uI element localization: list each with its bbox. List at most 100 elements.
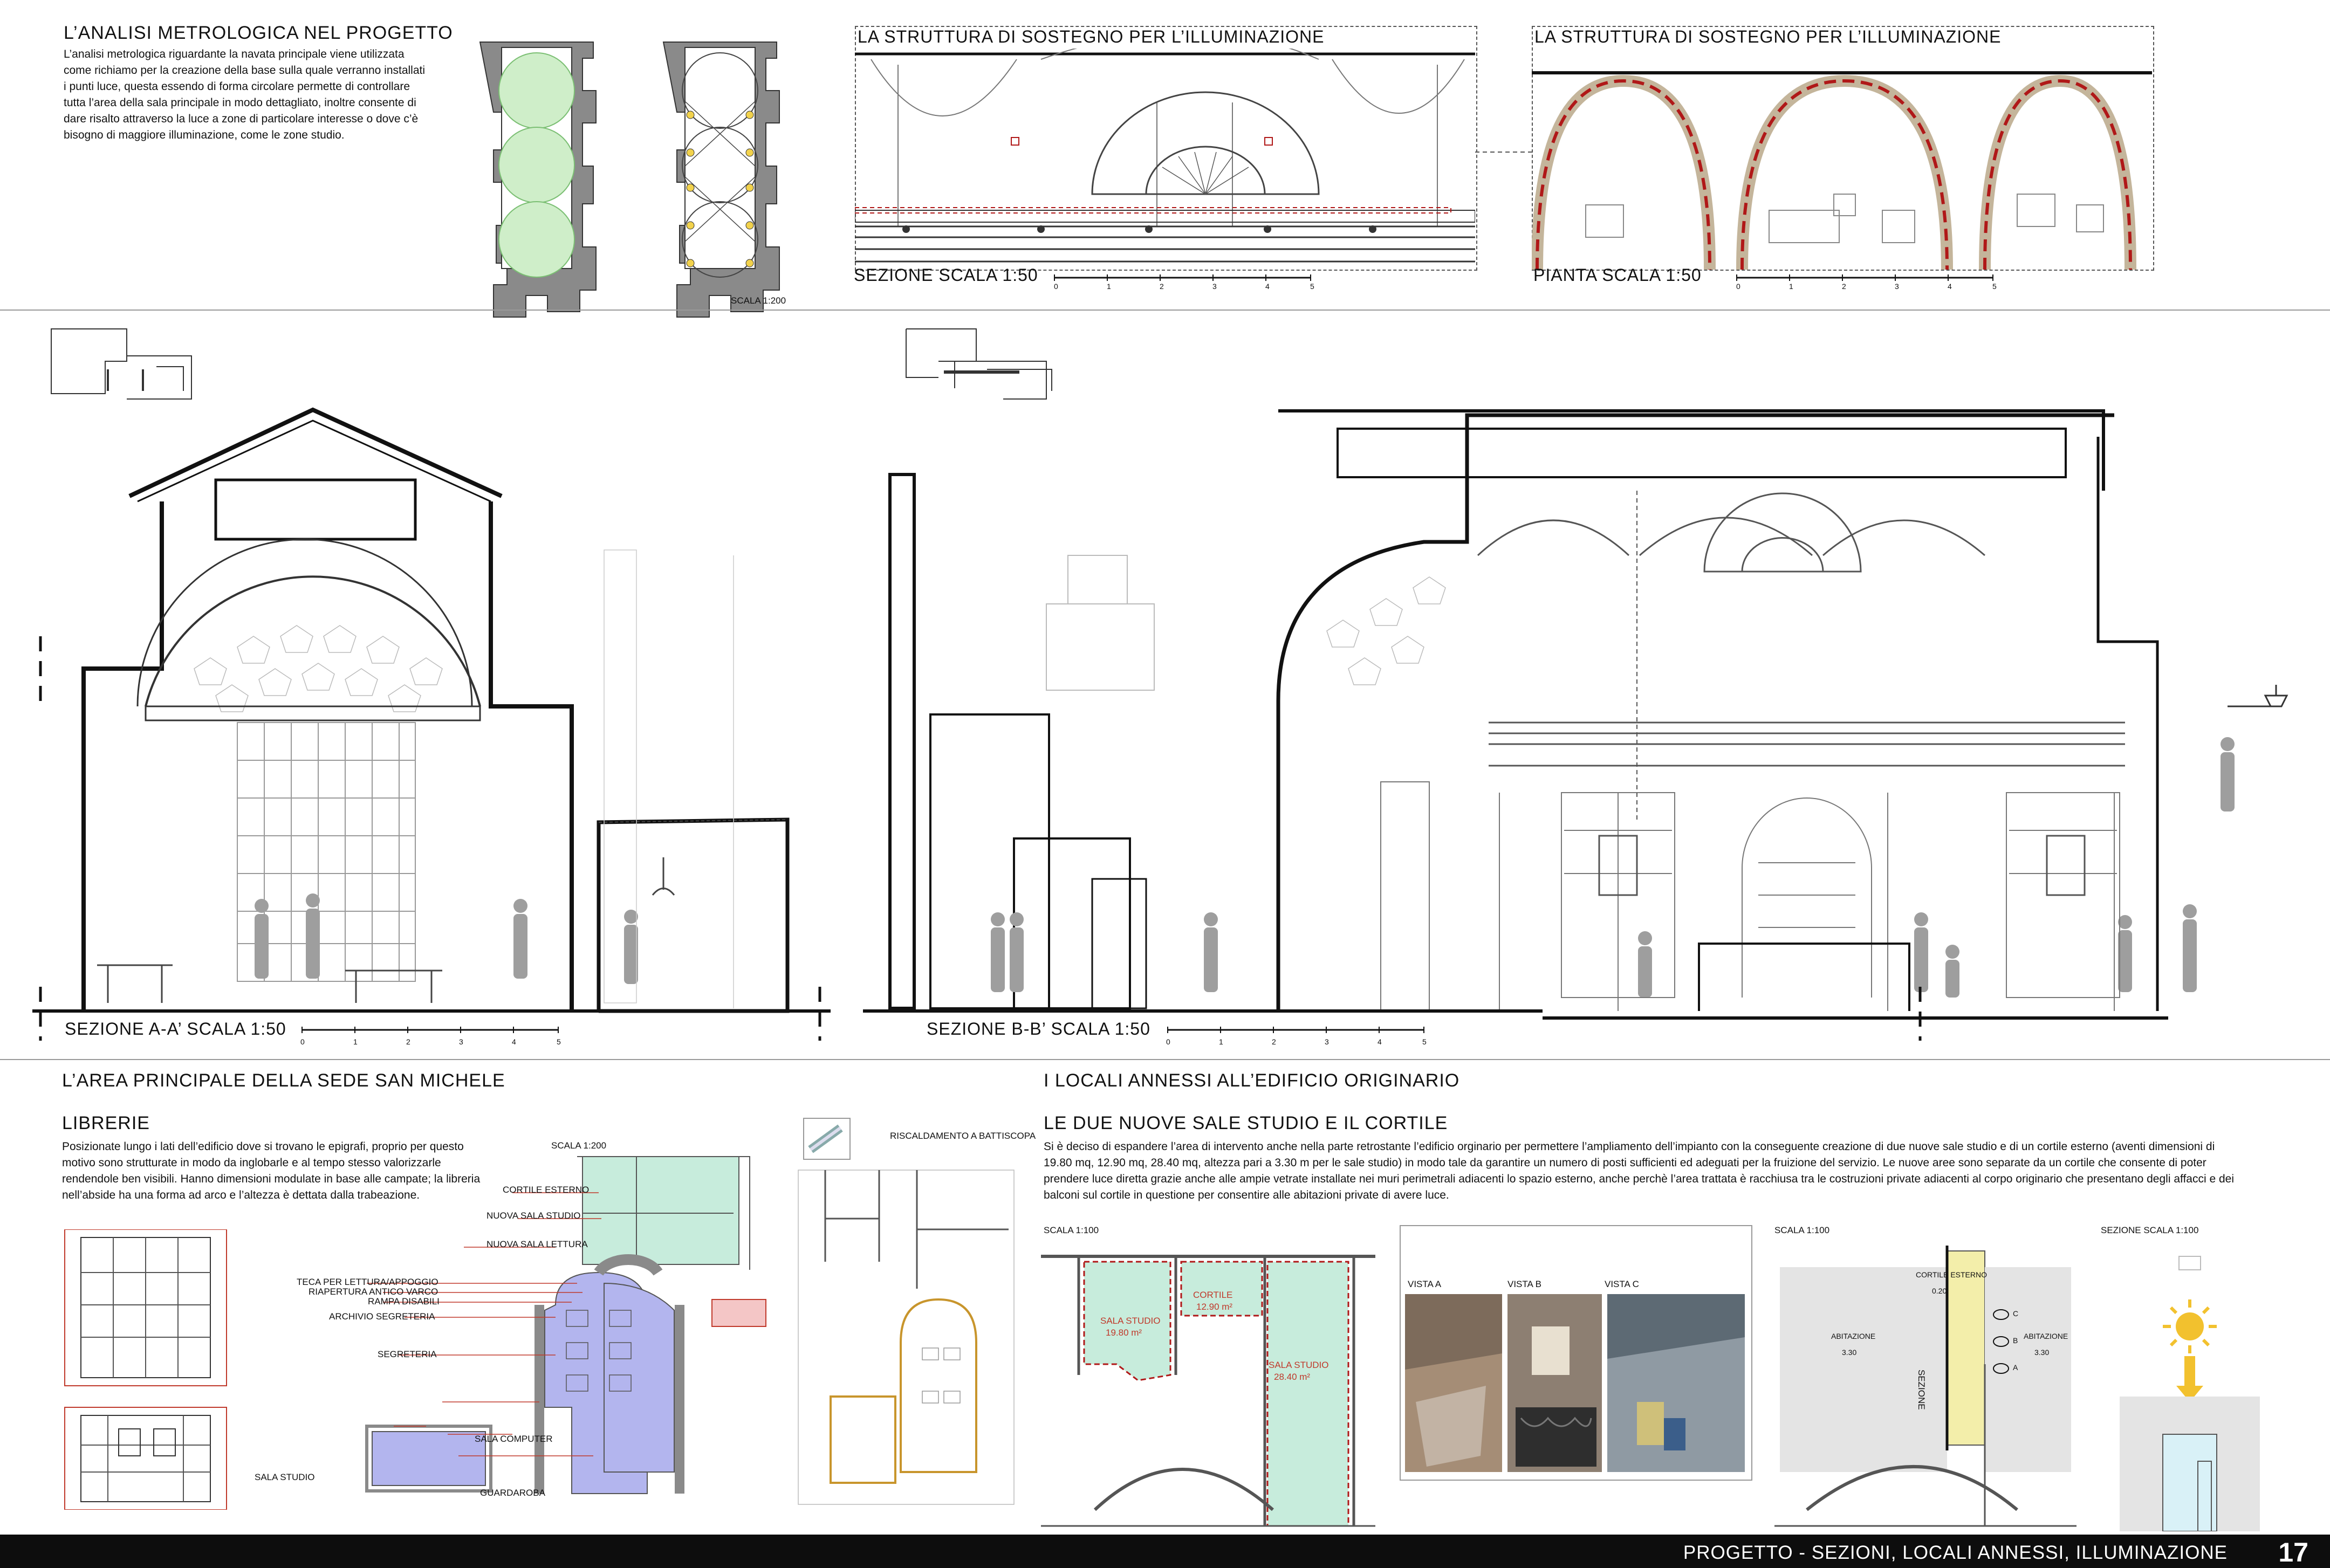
divider <box>0 310 2330 311</box>
metrology-title: L’ANALISI METROLOGICA NEL PROGETTO <box>64 23 453 43</box>
metrology-scale: SCALA 1:200 <box>731 295 786 306</box>
scheme-scale: SCALA 1:100 <box>1774 1225 1830 1235</box>
tick: 5 <box>1310 282 1314 291</box>
footer-bar: PROGETTO - SEZIONI, LOCALI ANNESSI, ILLU… <box>0 1535 2330 1568</box>
tick: 5 <box>1422 1037 1427 1046</box>
scheme-label: ABITAZIONE <box>2024 1332 2068 1340</box>
view-label: VISTA C <box>1605 1279 1639 1289</box>
lighting-section-scale: SEZIONE SCALA 1:50 <box>854 265 1038 285</box>
annex-plan-scale: SCALA 1:100 <box>1044 1225 1099 1235</box>
view-photos <box>1405 1294 1745 1472</box>
connector-line <box>1475 152 1534 153</box>
tick: 1 <box>1219 1037 1223 1046</box>
eye-label: B <box>2013 1336 2018 1345</box>
tick: 1 <box>353 1037 358 1046</box>
section-a-label: SEZIONE A-A’ SCALA 1:50 <box>65 1019 286 1039</box>
legend-item: SALA COMPUTER <box>475 1434 553 1444</box>
lighting-plan-scale: PIANTA SCALA 1:50 <box>1533 265 1702 285</box>
room-area: 19.80 m² <box>1106 1328 1142 1338</box>
legend-item: NUOVA SALA STUDIO <box>486 1211 581 1221</box>
tick: 2 <box>1160 282 1164 291</box>
tick: 0 <box>1166 1037 1170 1046</box>
annex-title: I LOCALI ANNESSI ALL’EDIFICIO ORIGINARIO <box>1044 1070 1460 1091</box>
court-section <box>2120 1256 2260 1531</box>
tick: 1 <box>1789 282 1793 291</box>
room-label: SALA STUDIO <box>1100 1316 1161 1326</box>
tick: 4 <box>1948 282 1952 291</box>
page-number: 17 <box>2278 1537 2308 1567</box>
tick: 4 <box>1378 1037 1382 1046</box>
tick: 3 <box>1325 1037 1329 1046</box>
section-b-label: SEZIONE B-B’ SCALA 1:50 <box>927 1019 1150 1039</box>
legend-item: CORTILE ESTERNO <box>503 1185 590 1195</box>
tick: 0 <box>1736 282 1740 291</box>
scalebar-b <box>1167 1027 1424 1033</box>
key-plan-b <box>906 328 1052 400</box>
human-figures <box>991 737 2235 998</box>
lighting-plan-drawing <box>1532 71 2152 270</box>
scheme-label: ABITAZIONE <box>1831 1332 1876 1340</box>
tick: 1 <box>1107 282 1111 291</box>
annex-subtitle: LE DUE NUOVE SALE STUDIO E IL CORTILE <box>1044 1113 1448 1133</box>
scheme-label: 0.20 <box>1932 1287 1947 1295</box>
tick: 0 <box>300 1037 305 1046</box>
annex-plan <box>1041 1255 1375 1527</box>
libraries-title: LIBRERIE <box>62 1113 150 1133</box>
metrology-plan-circles <box>479 42 597 318</box>
tick: 0 <box>1054 282 1058 291</box>
tick: 2 <box>406 1037 410 1046</box>
scheme-label: SEZIONE <box>1916 1370 1927 1410</box>
room-area: 28.40 m² <box>1274 1372 1311 1382</box>
lighting-section-title: LA STRUTTURA DI SOSTEGNO PER L’ILLUMINAZ… <box>858 27 1325 46</box>
scalebar-plan <box>1736 274 1993 281</box>
legend-item: SALA STUDIO <box>255 1472 315 1482</box>
eye-label: C <box>2013 1309 2019 1318</box>
main-floor-plan <box>365 1156 766 1494</box>
heating-label: RISCALDAMENTO A BATTISCOPA <box>890 1131 1036 1141</box>
legend-item: GUARDAROBA <box>480 1488 545 1498</box>
main-area-title: L’AREA PRINCIPALE DELLA SEDE SAN MICHELE <box>62 1070 505 1091</box>
legend-item: SEGRETERIA <box>378 1349 437 1359</box>
tick: 2 <box>1842 282 1846 291</box>
scalebar-lighting <box>1054 274 1311 281</box>
scheme-label: 3.30 <box>2034 1348 2050 1357</box>
tick: 3 <box>459 1037 463 1046</box>
section-b-drawing <box>863 328 2288 1041</box>
heating-floor-plan <box>798 1170 1015 1505</box>
tick: 5 <box>1992 282 1997 291</box>
tick: 3 <box>1212 282 1217 291</box>
legend-item: ARCHIVIO SEGRETERIA <box>329 1311 435 1322</box>
heating-icon <box>803 1118 851 1160</box>
legend-item: TECA PER LETTURA/APPOGGIO <box>297 1277 438 1287</box>
human-figures <box>255 893 638 984</box>
view-label: VISTA B <box>1507 1279 1541 1289</box>
sun-icon <box>2163 1299 2217 1353</box>
tick: 3 <box>1895 282 1899 291</box>
room-label: SALA STUDIO <box>1269 1360 1329 1370</box>
section-a-drawing <box>32 328 831 1041</box>
metrology-plans <box>479 42 780 318</box>
metrology-text: L’analisi metrologica riguardante la nav… <box>64 48 426 141</box>
tick: 5 <box>557 1037 561 1046</box>
legend-item: NUOVA SALA LETTURA <box>486 1239 588 1249</box>
tick: 4 <box>1265 282 1270 291</box>
legend-item: RAMPA DISABILI <box>368 1296 440 1306</box>
legend-item: RIAPERTURA ANTICO VARCO <box>309 1287 438 1297</box>
annex-text: Si è deciso di espandere l’area di inter… <box>1044 1140 2235 1201</box>
metrology-plan-lights <box>662 42 780 318</box>
scheme-label: 3.30 <box>1842 1348 1857 1357</box>
divider <box>0 1059 2330 1060</box>
tick: 2 <box>1272 1037 1276 1046</box>
tick: 4 <box>512 1037 516 1046</box>
scheme-section-scale: SEZIONE SCALA 1:100 <box>2101 1225 2199 1235</box>
room-area: 12.90 m² <box>1196 1302 1233 1312</box>
lighting-section-drawing <box>855 49 1475 263</box>
room-label: CORTILE <box>1193 1290 1233 1300</box>
lighting-plan-title: LA STRUTTURA DI SOSTEGNO PER L’ILLUMINAZ… <box>1534 27 2002 46</box>
library-elevations <box>64 1229 227 1510</box>
footer-title: PROGETTO - SEZIONI, LOCALI ANNESSI, ILLU… <box>1683 1542 2228 1563</box>
scalebar-a <box>301 1027 559 1033</box>
scheme-label: CORTILE ESTERNO <box>1916 1270 1987 1279</box>
arrow-down-icon <box>2176 1356 2203 1402</box>
eye-label: A <box>2013 1363 2018 1372</box>
